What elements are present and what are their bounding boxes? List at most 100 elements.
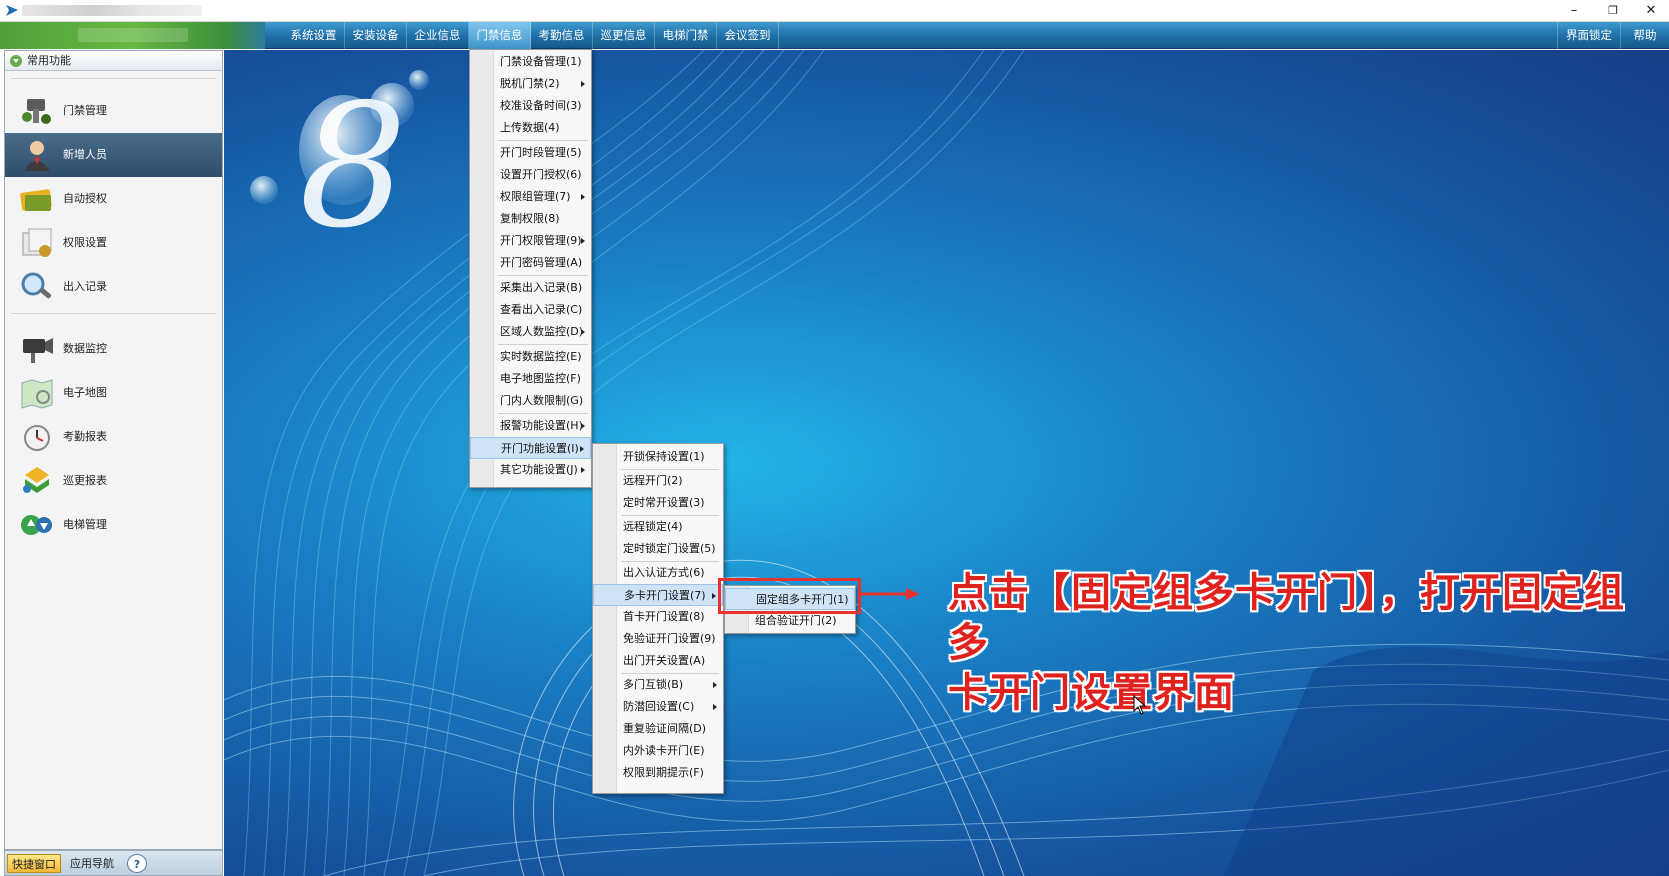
- background-wave-graphic: 8: [224, 50, 1669, 876]
- menu-item-label: 开门功能设置(I): [501, 442, 579, 455]
- menu-item-exit-switch[interactable]: 出门开关设置(A): [593, 650, 723, 672]
- magnifier-icon: [21, 272, 52, 299]
- sidebar-item-add-person[interactable]: 新增人员: [5, 133, 222, 177]
- sidebar-item-data-monitor[interactable]: 数据监控: [5, 327, 222, 371]
- menu-item-collect-records[interactable]: 采集出入记录(B): [470, 277, 591, 299]
- menu-item-offline-access[interactable]: 脱机门禁(2): [470, 73, 591, 95]
- menu-item-copy-permissions[interactable]: 复制权限(8): [470, 208, 591, 230]
- menu-item-realtime-monitor[interactable]: 实时数据监控(E): [470, 346, 591, 368]
- submenu-arrow-icon: [581, 467, 585, 473]
- person-icon: [24, 141, 50, 171]
- menu-item-anti-passback[interactable]: 防潜回设置(C): [593, 696, 723, 718]
- menu-company-info[interactable]: 企业信息: [407, 22, 469, 49]
- menu-item-other-settings[interactable]: 其它功能设置(J): [470, 459, 591, 481]
- menu-patrol-info[interactable]: 巡更信息: [593, 22, 655, 49]
- sidebar-header[interactable]: 常用功能: [5, 51, 222, 71]
- menu-item-area-headcount[interactable]: 区域人数监控(D): [470, 321, 591, 343]
- restore-button[interactable]: ❐: [1596, 1, 1630, 21]
- menu-item-headcount-limit[interactable]: 门内人数限制(G): [470, 390, 591, 412]
- menu-help[interactable]: 帮助: [1621, 22, 1669, 49]
- menu-item-label: 脱机门禁(2): [500, 77, 560, 90]
- menu-item-alarm-settings[interactable]: 报警功能设置(H): [470, 415, 591, 437]
- sidebar-item-label: 电梯管理: [63, 518, 107, 531]
- title-bar: – ❐ ✕: [0, 0, 1669, 22]
- menu-item-door-function-settings[interactable]: 开门功能设置(I): [470, 437, 591, 459]
- menu-install-device[interactable]: 安装设备: [345, 22, 407, 49]
- menu-item-no-verify-open[interactable]: 免验证开门设置(9): [593, 628, 723, 650]
- menu-separator: [498, 140, 588, 141]
- menu-item-permission-expiry[interactable]: 权限到期提示(F): [593, 762, 723, 784]
- submenu-arrow-icon: [712, 593, 716, 599]
- sidebar-item-elevator-management[interactable]: 电梯管理: [5, 503, 222, 547]
- minimize-button[interactable]: –: [1557, 1, 1591, 21]
- window-title-blurred: [22, 5, 202, 16]
- menu-item-upload-data[interactable]: 上传数据(4): [470, 117, 591, 139]
- main-menu-bar: 系统设置 安装设备 企业信息 门禁信息 考勤信息 巡更信息 电梯门禁 会议签到 …: [0, 22, 1669, 49]
- map-icon: [21, 379, 53, 409]
- menu-elevator-access[interactable]: 电梯门禁: [655, 22, 717, 49]
- menu-item-multi-card-open[interactable]: 多卡开门设置(7): [593, 584, 723, 606]
- annotation-line-2: 卡开门设置界面: [948, 670, 1235, 716]
- logo-area: [0, 22, 265, 49]
- menu-item-door-authorization[interactable]: 设置开门授权(6): [470, 164, 591, 186]
- menu-meeting-signin[interactable]: 会议签到: [717, 22, 779, 49]
- sidebar-item-label: 门禁管理: [63, 104, 107, 117]
- menu-item-auth-mode[interactable]: 出入认证方式(6): [593, 562, 723, 584]
- main-workspace: 8: [224, 50, 1669, 876]
- menu-separator: [498, 344, 588, 345]
- menu-item-label: 区域人数监控(D): [500, 325, 584, 338]
- submenu-arrow-icon: [713, 682, 717, 688]
- menu-item-door-time-periods[interactable]: 开门时段管理(5): [470, 142, 591, 164]
- pointer-arrow-icon: [860, 588, 920, 600]
- menu-item-emap-monitor[interactable]: 电子地图监控(F): [470, 368, 591, 390]
- submenu-arrow-icon: [581, 329, 585, 335]
- menu-item-door-password[interactable]: 开门密码管理(A): [470, 252, 591, 274]
- menu-item-door-permission-management[interactable]: 开门权限管理(9): [470, 230, 591, 252]
- sidebar-item-label: 权限设置: [63, 236, 107, 249]
- menu-item-calibrate-time[interactable]: 校准设备时间(3): [470, 95, 591, 117]
- close-button[interactable]: ✕: [1634, 1, 1668, 21]
- sidebar-item-permission-settings[interactable]: 权限设置: [5, 221, 222, 265]
- menu-item-repeat-verify-interval[interactable]: 重复验证间隔(D): [593, 718, 723, 740]
- submenu-arrow-icon: [581, 81, 585, 87]
- sidebar-item-auto-authorize[interactable]: 自动授权: [5, 177, 222, 221]
- menu-system-settings[interactable]: 系统设置: [283, 22, 345, 49]
- menu-item-view-records[interactable]: 查看出入记录(C): [470, 299, 591, 321]
- menu-item-remote-open[interactable]: 远程开门(2): [593, 470, 723, 492]
- menu-access-info[interactable]: 门禁信息: [469, 22, 531, 49]
- mouse-cursor-icon: [1133, 695, 1147, 715]
- submenu-arrow-icon: [581, 423, 585, 429]
- sidebar-item-attendance-report[interactable]: 考勤报表: [5, 415, 222, 459]
- sidebar-item-patrol-report[interactable]: 巡更报表: [5, 459, 222, 503]
- menu-item-multi-door-interlock[interactable]: 多门互锁(B): [593, 674, 723, 696]
- door-function-submenu: 开锁保持设置(1) 远程开门(2) 定时常开设置(3) 远程锁定(4) 定时锁定…: [592, 443, 724, 794]
- collapse-icon[interactable]: [10, 55, 22, 67]
- menu-item-first-card-open[interactable]: 首卡开门设置(8): [593, 606, 723, 628]
- menu-attendance-info[interactable]: 考勤信息: [531, 22, 593, 49]
- sidebar-item-label: 自动授权: [63, 192, 107, 205]
- submenu-arrow-icon: [581, 194, 585, 200]
- menu-item-in-out-reader[interactable]: 内外读卡开门(E): [593, 740, 723, 762]
- clock-icon: [24, 425, 50, 451]
- menu-item-unlock-hold[interactable]: 开锁保持设置(1): [593, 446, 723, 468]
- menu-item-label: 其它功能设置(J): [500, 463, 578, 476]
- access-info-dropdown: 门禁设备管理(1) 脱机门禁(2) 校准设备时间(3) 上传数据(4) 开门时段…: [469, 49, 592, 488]
- sidebar-item-door-control[interactable]: 门禁管理: [5, 89, 222, 133]
- tab-quick-window[interactable]: 快捷窗口: [7, 854, 61, 873]
- menu-item-remote-lock[interactable]: 远程锁定(4): [593, 516, 723, 538]
- sidebar-item-e-map[interactable]: 电子地图: [5, 371, 222, 415]
- menu-item-device-management[interactable]: 门禁设备管理(1): [470, 51, 591, 73]
- menu-lock-interface[interactable]: 界面锁定: [1557, 22, 1621, 49]
- sidebar-item-access-records[interactable]: 出入记录: [5, 265, 222, 309]
- permission-icon: [22, 228, 52, 257]
- menu-item-timed-lock[interactable]: 定时锁定门设置(5): [593, 538, 723, 560]
- camera-icon: [23, 338, 53, 363]
- menu-item-permission-groups[interactable]: 权限组管理(7): [470, 186, 591, 208]
- tab-app-navigation[interactable]: 应用导航: [65, 854, 119, 873]
- menu-item-timed-open[interactable]: 定时常开设置(3): [593, 492, 723, 514]
- divider: [11, 78, 216, 79]
- menu-separator: [498, 275, 588, 276]
- sidebar-item-label: 新增人员: [63, 148, 107, 161]
- help-icon[interactable]: ?: [127, 854, 147, 873]
- menu-item-label: 防潜回设置(C): [623, 700, 695, 713]
